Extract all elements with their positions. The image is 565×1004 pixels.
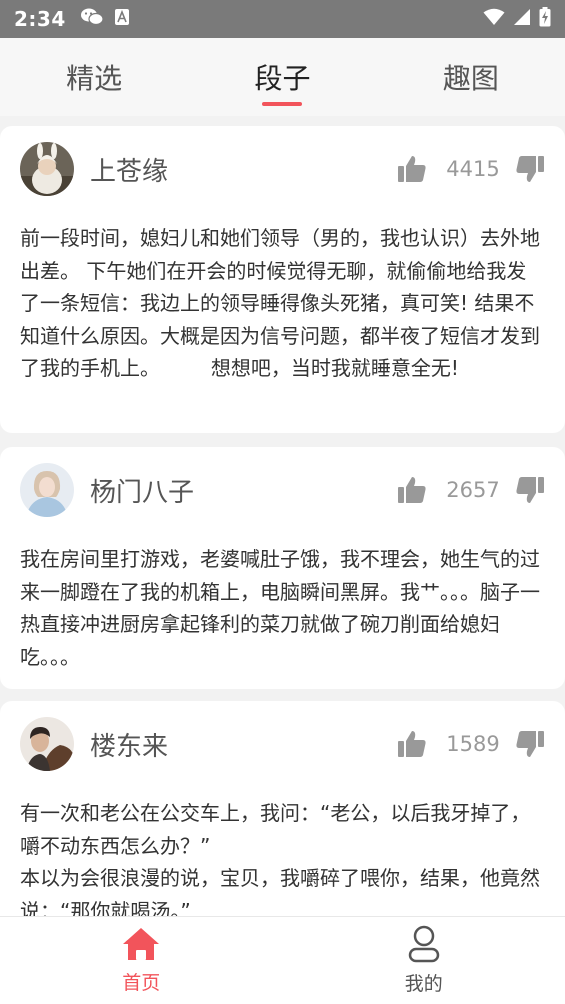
thumbs-down-icon[interactable] — [515, 729, 545, 759]
like-count: 4415 — [446, 157, 500, 181]
post-content[interactable]: 前一段时间，媳妇儿和她们领导（男的，我也认识）去外地出差。 下午她们在开会的时候… — [20, 222, 540, 385]
thumbs-up-icon[interactable] — [397, 729, 427, 759]
nav-home[interactable]: 首页 — [0, 917, 283, 1004]
post-actions: 4415 — [397, 154, 545, 184]
post-header: 上苍缘 4415 — [20, 142, 545, 196]
tab-label: 段子 — [254, 62, 311, 95]
avatar[interactable] — [20, 142, 74, 196]
status-bar: 2:34 — [0, 0, 565, 38]
nav-profile[interactable]: 我的 — [283, 917, 565, 1004]
tab-label: 精选 — [66, 62, 123, 95]
nav-label: 我的 — [404, 973, 443, 995]
home-icon — [121, 926, 161, 966]
post-card: 上苍缘 4415 前一段时间，媳妇儿和她们领导（男的，我也认识）去外地出差。 下… — [0, 126, 565, 433]
top-tab-bar: 精选 段子 趣图 — [0, 38, 565, 116]
notification-a-icon — [114, 8, 130, 30]
battery-charging-icon — [539, 7, 551, 31]
like-count: 1589 — [446, 732, 500, 756]
post-card: 楼东来 1589 有一次和老公在公交车上，我问：“老公，以后我牙掉了，嚼不动东西… — [0, 701, 565, 916]
post-content[interactable]: 我在房间里打游戏，老婆喊肚子饿，我不理会，她生气的过来一脚蹬在了我的机箱上，电脑… — [20, 543, 540, 673]
tab-featured[interactable]: 精选 — [0, 38, 188, 116]
status-time: 2:34 — [14, 7, 66, 31]
wechat-icon — [80, 7, 104, 31]
tab-label: 趣图 — [442, 62, 499, 95]
thumbs-down-icon[interactable] — [515, 475, 545, 505]
bottom-nav: 首页 我的 — [0, 916, 565, 1004]
author-name[interactable]: 楼东来 — [90, 726, 168, 763]
author-name[interactable]: 杨门八子 — [90, 472, 194, 509]
post-content[interactable]: 有一次和老公在公交车上，我问：“老公，以后我牙掉了，嚼不动东西怎么办？” 本以为… — [20, 797, 540, 916]
post-header: 杨门八子 2657 — [20, 463, 545, 517]
post-actions: 2657 — [397, 475, 545, 505]
author-name[interactable]: 上苍缘 — [90, 151, 168, 188]
signal-icon — [513, 8, 531, 30]
thumbs-up-icon[interactable] — [397, 475, 427, 505]
post-header: 楼东来 1589 — [20, 717, 545, 771]
avatar[interactable] — [20, 463, 74, 517]
tab-jokes[interactable]: 段子 — [188, 38, 376, 116]
thumbs-down-icon[interactable] — [515, 154, 545, 184]
post-actions: 1589 — [397, 729, 545, 759]
user-icon — [406, 925, 442, 967]
post-card: 杨门八子 2657 我在房间里打游戏，老婆喊肚子饿，我不理会，她生气的过来一脚蹬… — [0, 447, 565, 689]
thumbs-up-icon[interactable] — [397, 154, 427, 184]
nav-label: 首页 — [122, 972, 161, 994]
post-feed[interactable]: 上苍缘 4415 前一段时间，媳妇儿和她们领导（男的，我也认识）去外地出差。 下… — [0, 116, 565, 916]
tab-funny-pictures[interactable]: 趣图 — [377, 38, 565, 116]
wifi-icon — [483, 8, 505, 30]
like-count: 2657 — [446, 478, 500, 502]
active-tab-indicator — [262, 102, 303, 106]
avatar[interactable] — [20, 717, 74, 771]
